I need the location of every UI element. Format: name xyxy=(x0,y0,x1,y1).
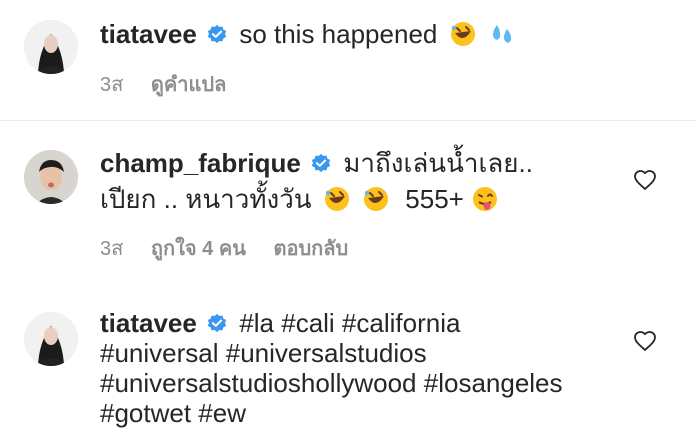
caption-username[interactable]: tiatavee xyxy=(100,19,197,49)
like-comment-heart-icon[interactable] xyxy=(633,329,657,353)
avatar-tiatavee[interactable] xyxy=(24,312,78,366)
hashtag-comment-username[interactable]: tiatavee xyxy=(100,308,197,338)
rofl-emoji-icon xyxy=(362,185,390,213)
hashtag-line3[interactable]: #universalstudioshollywood #losangeles xyxy=(100,368,563,398)
caption-time: 3ส xyxy=(100,74,124,96)
comment-time: 3ส xyxy=(100,238,124,260)
comment-line2: เปียก .. หนาวทั้งวัน xyxy=(100,184,312,214)
comment-text-line2: เปียก .. หนาวทั้งวัน 555+ xyxy=(100,184,499,214)
hashtag-line1[interactable]: #la #cali #california xyxy=(239,308,460,338)
see-translation-link[interactable]: ดูคำแปล xyxy=(151,74,226,96)
avatar-champ-fabrique[interactable] xyxy=(24,150,78,204)
verified-badge-icon xyxy=(206,313,228,335)
avatar-tiatavee[interactable] xyxy=(24,20,78,74)
hashtag-line4[interactable]: #gotwet #ew xyxy=(100,398,246,428)
rofl-emoji-icon xyxy=(323,185,351,213)
comment-reply-link[interactable]: ตอบกลับ xyxy=(273,238,348,260)
caption-body: so this happened xyxy=(239,19,438,49)
like-comment-heart-icon[interactable] xyxy=(633,168,657,192)
comment-line1: มาถึงเล่นน้ำเลย.. xyxy=(343,148,533,178)
caption-text: tiatavee so this happened xyxy=(100,19,516,49)
hashtag-line2[interactable]: #universal #universalstudios xyxy=(100,338,427,368)
caption-divider xyxy=(0,120,696,121)
caption-meta: 3ส ดูคำแปล xyxy=(100,68,248,100)
comment-line2-tail: 555+ xyxy=(405,184,464,214)
verified-badge-icon xyxy=(310,153,332,175)
comment-text: champ_fabrique มาถึงเล่นน้ำเลย.. xyxy=(100,148,533,178)
comment-username[interactable]: champ_fabrique xyxy=(100,148,301,178)
comment-meta: 3ส ถูกใจ 4 คน ตอบกลับ xyxy=(100,232,370,264)
winking-tongue-emoji-icon xyxy=(471,185,499,213)
hashtag-text-line1: tiatavee #la #cali #california xyxy=(100,308,460,338)
comment-likes-link[interactable]: ถูกใจ 4 คน xyxy=(151,238,246,260)
rofl-emoji-icon xyxy=(449,20,477,48)
sweat-droplets-emoji-icon xyxy=(488,20,516,48)
verified-badge-icon xyxy=(206,24,228,46)
